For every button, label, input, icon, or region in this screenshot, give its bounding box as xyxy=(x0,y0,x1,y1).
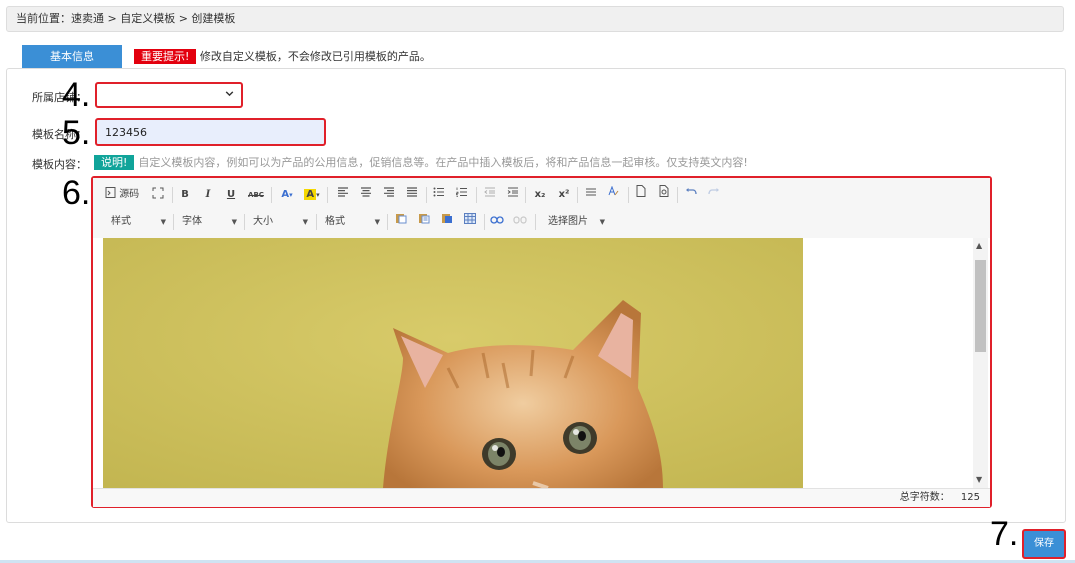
toolbar-divider xyxy=(677,187,678,203)
numbered-list-icon[interactable] xyxy=(453,185,471,205)
step-6-marker: 6. xyxy=(62,174,91,212)
content-hint-badge: 说明! xyxy=(94,155,135,170)
bg-color-button[interactable]: A ▾ xyxy=(301,185,323,205)
character-count-label: 总字符数： xyxy=(899,492,950,503)
editor-toolbar: 源码 B I U ABC A▾ A ▾ x₂ x² 样式 ▼ 字体 ▼ 大小 ▼… xyxy=(93,178,990,239)
font-size-dropdown[interactable]: 大小 ▼ xyxy=(253,212,308,232)
kitten-image xyxy=(103,238,803,488)
underline-button[interactable]: U xyxy=(222,185,240,205)
toolbar-divider xyxy=(316,214,317,230)
align-left-icon[interactable] xyxy=(334,185,352,205)
notice-badge: 重要提示! xyxy=(134,49,197,64)
indent-icon[interactable] xyxy=(504,185,522,205)
superscript-button[interactable]: x² xyxy=(554,185,574,205)
tab-basic-info[interactable]: 基本信息 xyxy=(22,45,122,69)
paste-word-icon[interactable] xyxy=(438,212,456,232)
source-button[interactable]: 源码 xyxy=(105,185,145,205)
clear-format-icon[interactable] xyxy=(605,185,623,205)
outdent-icon[interactable] xyxy=(481,185,499,205)
caret-down-icon: ▾ xyxy=(289,191,293,199)
breadcrumb-prefix: 当前位置： xyxy=(16,12,71,25)
bold-button[interactable]: B xyxy=(176,185,194,205)
format-dropdown[interactable]: 格式 ▼ xyxy=(325,212,380,232)
caret-down-icon: ▼ xyxy=(160,218,166,226)
source-icon xyxy=(105,187,116,200)
paste-text-icon[interactable] xyxy=(415,212,433,232)
link-icon[interactable] xyxy=(488,212,506,232)
editor-scrollbar[interactable]: ▲ ▼ xyxy=(973,238,988,488)
toolbar-divider xyxy=(426,187,427,203)
align-justify-icon[interactable] xyxy=(403,185,421,205)
choose-image-dropdown[interactable]: 选择图片 ▼ xyxy=(548,212,605,232)
toolbar-divider xyxy=(173,214,174,230)
character-count-value: 125 xyxy=(960,492,980,503)
toolbar-divider xyxy=(535,214,536,230)
subscript-button[interactable]: x₂ xyxy=(530,185,550,205)
unlink-icon[interactable] xyxy=(511,212,529,232)
font-color-button[interactable]: A▾ xyxy=(276,185,298,205)
step-7-marker: 7. xyxy=(990,515,1019,553)
caret-down-icon: ▼ xyxy=(599,218,605,226)
chevron-down-icon xyxy=(224,88,235,102)
italic-button[interactable]: I xyxy=(199,185,217,205)
table-icon[interactable] xyxy=(461,212,479,232)
store-select[interactable] xyxy=(95,82,243,108)
strikethrough-button[interactable]: ABC xyxy=(245,185,267,205)
font-color-label: A xyxy=(281,189,290,200)
save-button[interactable]: 保存 xyxy=(1022,529,1066,559)
toolbar-divider xyxy=(327,187,328,203)
align-right-icon[interactable] xyxy=(380,185,398,205)
content-hint-text: 自定义模板内容，例如可以为产品的公用信息，促销信息等。在产品中插入模板后，将和产… xyxy=(138,156,748,169)
paste-icon[interactable] xyxy=(392,212,410,232)
toolbar-divider xyxy=(271,187,272,203)
preview-icon[interactable] xyxy=(655,185,673,205)
new-document-icon[interactable] xyxy=(632,185,650,205)
caret-down-icon: ▼ xyxy=(302,218,308,226)
toolbar-divider xyxy=(476,187,477,203)
style-dropdown[interactable]: 样式 ▼ xyxy=(111,212,166,232)
step-4-marker: 4. xyxy=(62,76,91,114)
format-dropdown-label: 格式 xyxy=(325,216,345,227)
editor-status-bar: 总字符数： 125 xyxy=(93,488,990,507)
bullet-list-icon[interactable] xyxy=(430,185,448,205)
breadcrumb: 当前位置：速卖通 > 自定义模板 > 创建模板 xyxy=(6,6,1064,32)
template-content-label: 模板内容： xyxy=(32,158,87,171)
scroll-down-icon[interactable]: ▼ xyxy=(976,474,982,486)
undo-icon[interactable] xyxy=(682,185,700,205)
important-notice: 重要提示! 修改自定义模板，不会修改已引用模板的产品。 xyxy=(134,49,431,64)
caret-down-icon: ▼ xyxy=(374,218,380,226)
editor-content-area[interactable] xyxy=(93,238,990,488)
character-count: 总字符数： 125 xyxy=(900,489,980,507)
toolbar-divider xyxy=(577,187,578,203)
bg-color-label: A xyxy=(304,189,317,200)
content-hint: 说明! 自定义模板内容，例如可以为产品的公用信息，促销信息等。在产品中插入模板后，… xyxy=(94,155,748,170)
redo-icon[interactable] xyxy=(705,185,723,205)
toolbar-divider xyxy=(525,187,526,203)
caret-down-icon: ▾ xyxy=(316,191,320,199)
font-family-dropdown-label: 字体 xyxy=(182,216,202,227)
font-size-dropdown-label: 大小 xyxy=(253,216,273,227)
toolbar-divider xyxy=(387,214,388,230)
font-family-dropdown[interactable]: 字体 ▼ xyxy=(182,212,237,232)
horizontal-rule-icon[interactable] xyxy=(582,185,600,205)
toolbar-divider xyxy=(484,214,485,230)
align-center-icon[interactable] xyxy=(357,185,375,205)
breadcrumb-path: 速卖通 > 自定义模板 > 创建模板 xyxy=(71,12,236,25)
notice-text: 修改自定义模板，不会修改已引用模板的产品。 xyxy=(199,50,431,63)
scrollbar-thumb[interactable] xyxy=(975,260,986,352)
toolbar-divider xyxy=(628,187,629,203)
choose-image-label: 选择图片 xyxy=(548,216,588,227)
toolbar-divider xyxy=(172,187,173,203)
step-5-marker: 5. xyxy=(62,114,91,152)
caret-down-icon: ▼ xyxy=(231,218,237,226)
toolbar-divider xyxy=(244,214,245,230)
source-label: 源码 xyxy=(119,189,140,200)
scroll-up-icon[interactable]: ▲ xyxy=(976,240,982,252)
template-name-input[interactable] xyxy=(95,118,326,146)
style-dropdown-label: 样式 xyxy=(111,216,131,227)
fullscreen-icon[interactable] xyxy=(149,185,167,205)
rich-text-editor: 源码 B I U ABC A▾ A ▾ x₂ x² 样式 ▼ 字体 ▼ 大小 ▼… xyxy=(91,176,992,508)
